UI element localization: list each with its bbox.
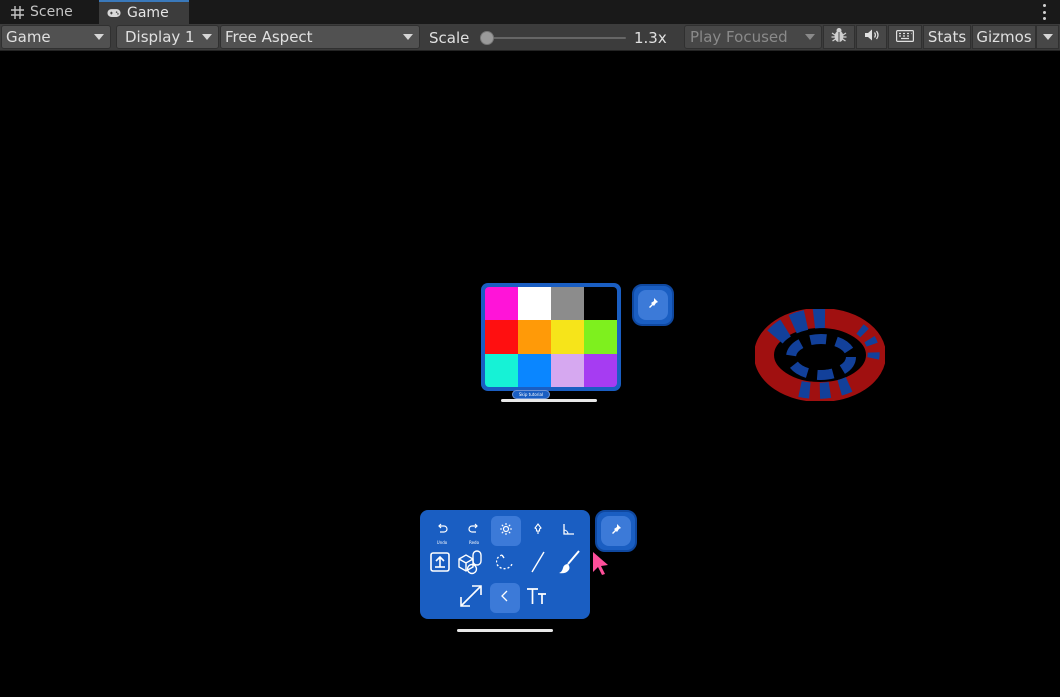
- lasso-tool[interactable]: [491, 549, 521, 579]
- pointer-cursor-icon: [593, 552, 608, 575]
- display-dropdown[interactable]: Display 1: [116, 25, 219, 49]
- tab-game[interactable]: Game: [99, 0, 189, 24]
- brightness-tool[interactable]: [491, 516, 521, 546]
- lasso-icon: [495, 552, 516, 576]
- undo-icon: [436, 523, 448, 539]
- gizmos-button[interactable]: Gizmos: [972, 25, 1036, 49]
- stats-button[interactable]: Stats: [923, 25, 971, 49]
- angle-icon: [562, 522, 576, 540]
- color-swatch-grid: [485, 287, 617, 387]
- scale-value: 1.3x: [634, 29, 667, 47]
- palette-caption: Skip tutorial: [518, 392, 544, 397]
- palette-grab-handle[interactable]: [501, 399, 597, 402]
- redo-tool[interactable]: Redo: [459, 516, 489, 546]
- tool-panel-grab-handle[interactable]: [457, 629, 553, 632]
- undo-caption: Undo: [436, 540, 448, 545]
- color-swatch[interactable]: [518, 320, 551, 354]
- view-mode-value: Game: [6, 28, 51, 46]
- pin-icon: [647, 297, 659, 313]
- color-swatch[interactable]: [485, 353, 518, 387]
- color-swatch[interactable]: [485, 287, 518, 321]
- gizmos-menu-button[interactable]: [1036, 25, 1059, 49]
- palette-caption-pill[interactable]: Skip tutorial: [512, 390, 550, 399]
- display-value: Display 1: [125, 28, 195, 46]
- gamepad-icon: [107, 6, 121, 20]
- chevron-down-icon: [94, 34, 104, 40]
- more-options-icon[interactable]: [1042, 4, 1046, 20]
- color-swatch[interactable]: [584, 353, 617, 387]
- color-swatch[interactable]: [518, 287, 551, 321]
- editor-tab-bar: Scene Game: [0, 0, 1060, 24]
- chevron-down-icon: [403, 34, 413, 40]
- pin-icon: [532, 523, 544, 539]
- line-tool[interactable]: [523, 549, 553, 579]
- color-swatch[interactable]: [584, 320, 617, 354]
- tool-panel: Undo Redo: [420, 510, 590, 619]
- color-swatch[interactable]: [584, 287, 617, 321]
- line-icon: [528, 550, 548, 578]
- bug-icon: [830, 26, 848, 48]
- torus-object[interactable]: [755, 309, 885, 401]
- play-mode-value: Play Focused: [690, 28, 788, 46]
- shapes-icon: [457, 549, 485, 579]
- tool-panel-pin-button[interactable]: [595, 510, 637, 552]
- resize-tool[interactable]: [456, 583, 486, 613]
- color-palette-panel: [481, 283, 621, 391]
- color-swatch[interactable]: [551, 353, 584, 387]
- keyboard-icon: [896, 28, 914, 46]
- pin-tool[interactable]: [523, 516, 553, 546]
- aspect-value: Free Aspect: [225, 28, 313, 46]
- back-tool[interactable]: [490, 583, 520, 613]
- text-tool[interactable]: [522, 583, 552, 613]
- pin-icon: [610, 523, 622, 539]
- color-swatch[interactable]: [518, 353, 551, 387]
- redo-icon: [468, 523, 480, 539]
- play-mode-dropdown[interactable]: Play Focused: [684, 25, 822, 49]
- chevron-down-icon: [202, 34, 212, 40]
- grid-icon: [10, 5, 24, 19]
- import-tool[interactable]: [425, 549, 455, 579]
- aspect-dropdown[interactable]: Free Aspect: [220, 25, 420, 49]
- shapes-tool[interactable]: [456, 549, 486, 579]
- shortcuts-button[interactable]: [888, 25, 922, 49]
- scale-slider-handle[interactable]: [480, 31, 495, 45]
- frame-debugger-button[interactable]: [823, 25, 855, 49]
- color-swatch[interactable]: [551, 320, 584, 354]
- tab-game-label: Game: [127, 5, 169, 21]
- chevron-down-icon: [1042, 34, 1053, 40]
- chevron-left-icon: [500, 590, 510, 606]
- expand-icon: [457, 582, 485, 614]
- import-icon: [429, 551, 451, 577]
- stats-label: Stats: [927, 28, 967, 46]
- tab-scene-label: Scene: [30, 4, 73, 20]
- chevron-down-icon: [805, 34, 815, 40]
- color-swatch[interactable]: [485, 320, 518, 354]
- brush-icon: [557, 549, 581, 579]
- redo-caption: Redo: [468, 540, 480, 545]
- mute-audio-button[interactable]: [856, 25, 887, 49]
- scale-label: Scale: [429, 29, 470, 47]
- game-view-toolbar: Game Display 1 Free Aspect Scale 1.3x Pl…: [0, 24, 1060, 51]
- sun-icon: [499, 522, 513, 540]
- speaker-icon: [864, 28, 880, 46]
- angle-tool[interactable]: [554, 516, 584, 546]
- undo-tool[interactable]: Undo: [427, 516, 457, 546]
- scale-slider-track[interactable]: [480, 37, 626, 39]
- view-mode-dropdown[interactable]: Game: [1, 25, 111, 49]
- color-swatch[interactable]: [551, 287, 584, 321]
- text-icon: [526, 586, 548, 610]
- tab-scene[interactable]: Scene: [2, 0, 98, 24]
- palette-pin-button[interactable]: [632, 284, 674, 326]
- brush-tool[interactable]: [554, 549, 584, 579]
- gizmos-label: Gizmos: [976, 28, 1032, 46]
